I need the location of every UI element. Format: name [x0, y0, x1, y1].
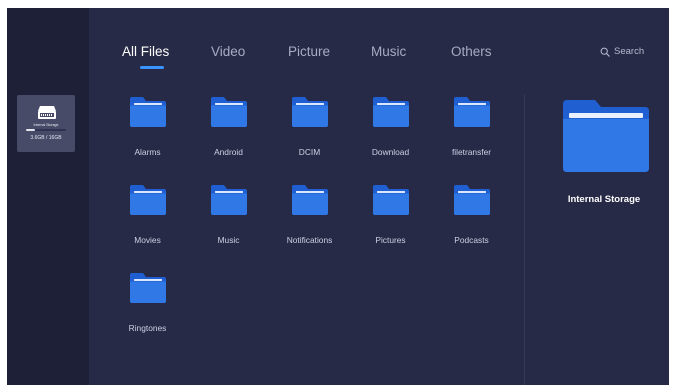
active-tab-indicator [140, 66, 164, 69]
tab-picture[interactable]: Picture [288, 44, 330, 59]
folder-icon [129, 185, 166, 215]
folder-name: Download [371, 147, 410, 157]
folder-icon [372, 185, 409, 215]
folder-icon [210, 185, 247, 215]
tab-others[interactable]: Others [451, 44, 492, 59]
search-icon [600, 47, 610, 57]
storage-label: Internal Storage [33, 123, 59, 127]
panel-divider [524, 94, 525, 385]
folder-icon [291, 185, 328, 215]
search-button[interactable]: Search [600, 46, 660, 60]
storage-size-text: 3.6GB / 16GB [30, 135, 62, 141]
folder-item[interactable]: Music [188, 184, 269, 272]
folder-item[interactable]: Alarms [107, 96, 188, 184]
folder-icon [453, 97, 490, 127]
folder-name: Android [214, 147, 243, 157]
folder-name: Notifications [286, 235, 333, 245]
folder-item[interactable]: Notifications [269, 184, 350, 272]
folder-name: Music [217, 235, 240, 245]
app-window: Internal Storage 3.6GB / 16GB All Files … [7, 8, 669, 385]
storage-usage-fill [26, 129, 35, 131]
folder-name: Alarms [134, 147, 161, 157]
folder-name: Movies [134, 235, 161, 245]
storage-usage-bar [26, 129, 66, 131]
folder-item[interactable]: Download [350, 96, 431, 184]
folder-icon [372, 97, 409, 127]
folder-item[interactable]: Android [188, 96, 269, 184]
folder-icon [291, 97, 328, 127]
folder-icon [563, 100, 649, 172]
folder-icon [210, 97, 247, 127]
tab-video[interactable]: Video [211, 44, 245, 59]
folder-item[interactable]: Ringtones [107, 272, 188, 360]
search-label: Search [614, 46, 645, 57]
folder-item[interactable]: DCIM [269, 96, 350, 184]
preview-title: Internal Storage [567, 194, 641, 205]
folder-name: filetransfer [451, 147, 492, 157]
internal-storage-card[interactable]: Internal Storage 3.6GB / 16GB [17, 95, 75, 152]
folder-name: DCIM [298, 147, 321, 157]
folder-item[interactable]: Movies [107, 184, 188, 272]
folder-name: Pictures [375, 235, 406, 245]
folder-item[interactable]: Podcasts [431, 184, 512, 272]
tab-music[interactable]: Music [371, 44, 406, 59]
file-grid: Alarms Android DCIM Download filetransfer Mov… [107, 96, 512, 376]
folder-icon [129, 273, 166, 303]
hard-drive-icon [38, 106, 56, 119]
storage-sidebar: Internal Storage 3.6GB / 16GB [7, 8, 89, 385]
folder-name: Ringtones [128, 323, 167, 333]
folder-item[interactable]: filetransfer [431, 96, 512, 184]
tab-all-files[interactable]: All Files [122, 44, 169, 59]
folder-item[interactable]: Pictures [350, 184, 431, 272]
folder-icon [453, 185, 490, 215]
folder-icon [129, 97, 166, 127]
category-tabs [89, 8, 669, 70]
folder-name: Podcasts [454, 235, 489, 245]
